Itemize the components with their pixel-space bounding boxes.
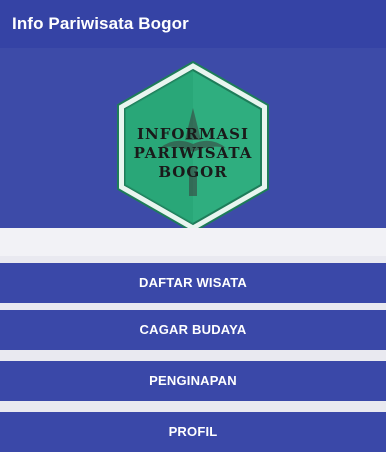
penginapan-button[interactable]: PENGINAPAN <box>0 361 386 401</box>
pariwisata-logo: INFORMASI PARIWISATA BOGOR <box>117 60 269 228</box>
app-title: Info Pariwisata Bogor <box>12 14 189 33</box>
profil-button[interactable]: PROFIL <box>0 412 386 452</box>
logo-text-bogor: BOGOR <box>158 163 227 181</box>
logo-text-informasi: INFORMASI <box>137 125 249 143</box>
header-banner: INFORMASI PARIWISATA BOGOR <box>0 48 386 228</box>
daftar-wisata-button[interactable]: DAFTAR WISATA <box>0 263 386 303</box>
logo-text-pariwisata: PARIWISATA <box>134 144 253 162</box>
app-bar: Info Pariwisata Bogor <box>0 0 386 48</box>
spacer <box>0 228 386 256</box>
cagar-budaya-button[interactable]: CAGAR BUDAYA <box>0 310 386 350</box>
